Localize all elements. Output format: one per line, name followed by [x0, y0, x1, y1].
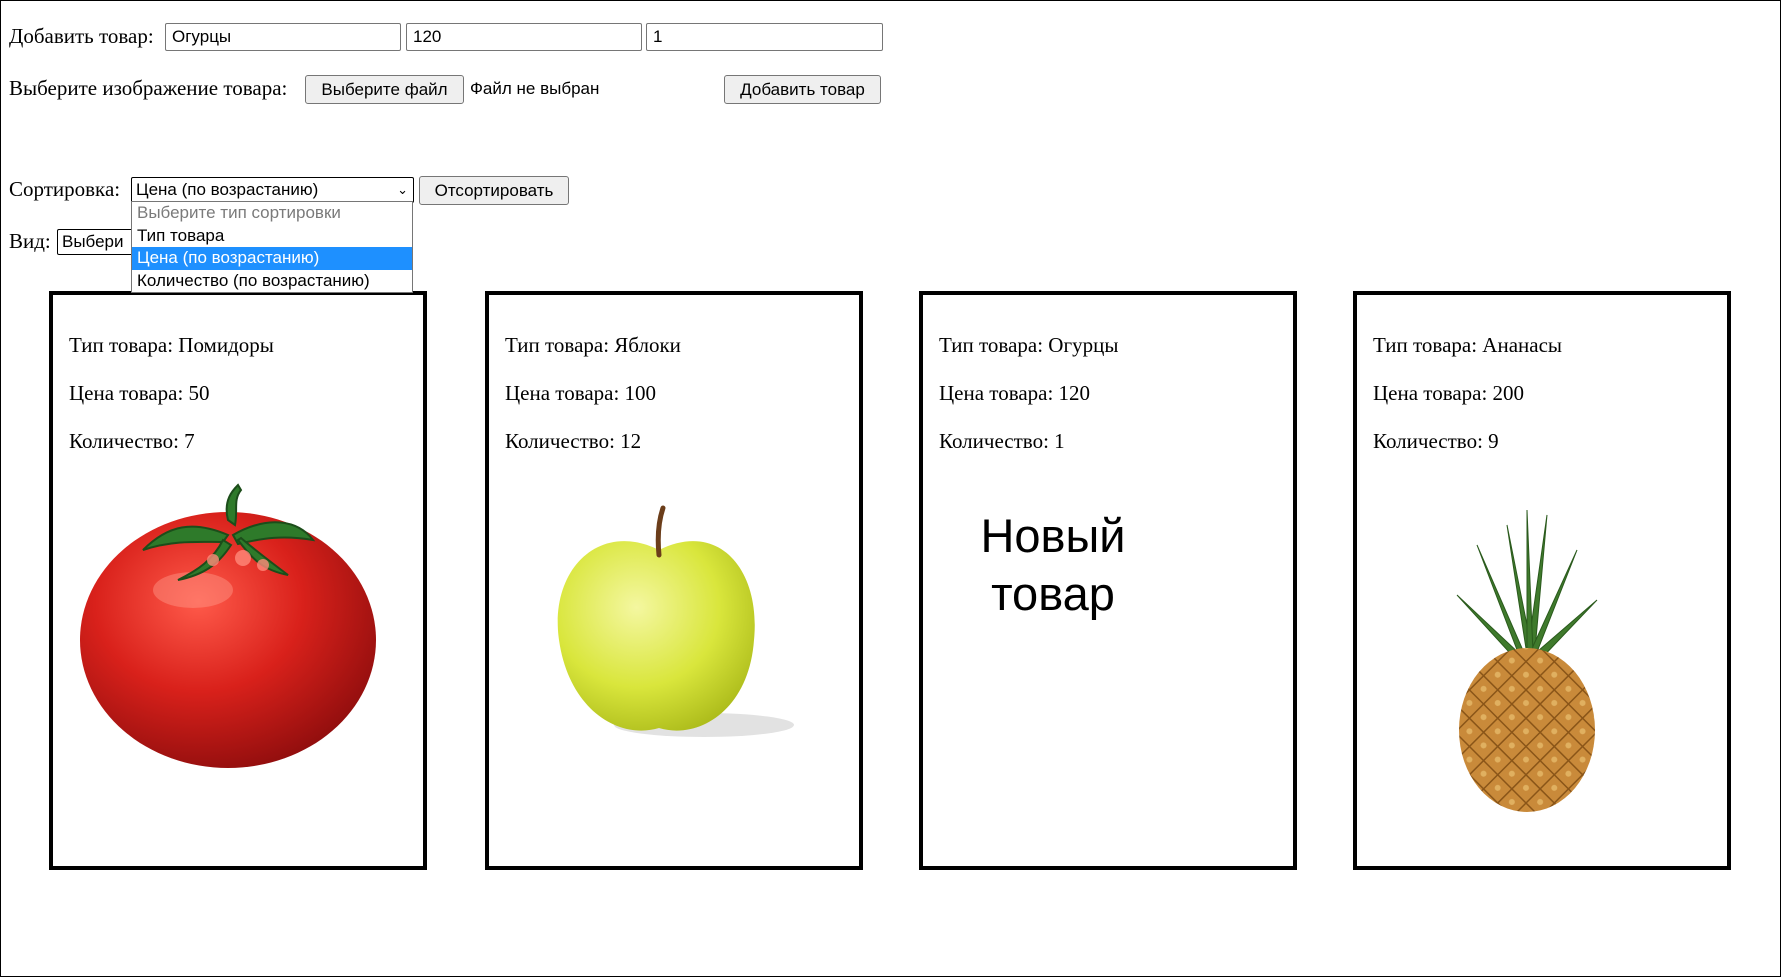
sort-label: Сортировка:	[9, 177, 121, 201]
product-quantity: Количество: 12	[505, 429, 642, 453]
view-label: Вид:	[9, 229, 51, 253]
product-price-input[interactable]: 120	[406, 23, 642, 51]
product-price: Цена товара: 50	[69, 381, 210, 405]
product-quantity-input[interactable]: 1	[646, 23, 883, 51]
product-type: Тип товара: Помидоры	[69, 333, 274, 357]
product-price: Цена товара: 200	[1373, 381, 1525, 405]
product-card: Тип товара: Ананасы Цена товара: 200 Кол…	[1353, 291, 1731, 870]
tomato-image	[80, 483, 376, 768]
product-type: Тип товара: Яблоки	[505, 333, 681, 357]
sort-option-price[interactable]: Цена (по возрастанию)	[132, 247, 412, 270]
sort-option-quantity[interactable]: Количество (по возрастанию)	[132, 270, 412, 293]
chevron-down-icon: ⌄	[397, 182, 408, 197]
product-card: Тип товара: Помидоры Цена товара: 50 Кол…	[49, 291, 427, 870]
file-status: Файл не выбран	[470, 79, 600, 98]
product-type: Тип товара: Огурцы	[939, 333, 1119, 357]
product-type: Тип товара: Ананасы	[1373, 333, 1563, 357]
product-price: Цена товара: 120	[939, 381, 1091, 405]
new-product-placeholder: Новый товар	[953, 507, 1153, 623]
add-product-label: Добавить товар:	[9, 24, 154, 48]
product-quantity: Количество: 9	[1373, 429, 1499, 453]
image-label: Выберите изображение товара:	[9, 76, 288, 100]
product-card: Тип товара: Яблоки Цена товара: 100 Коли…	[485, 291, 863, 870]
sort-select-value: Цена (по возрастанию)	[136, 180, 319, 199]
sort-dropdown[interactable]: Выберите тип сортировки Тип товара Цена …	[131, 201, 413, 293]
apple-image	[557, 505, 794, 737]
placeholder-line-1: Новый	[980, 509, 1126, 562]
choose-file-button[interactable]: Выберите файл	[305, 75, 464, 104]
pineapple-image	[1456, 509, 1598, 812]
sort-select[interactable]: Цена (по возрастанию) ⌄	[131, 177, 414, 203]
add-product-button[interactable]: Добавить товар	[724, 75, 881, 104]
product-name-input[interactable]: Огурцы	[165, 23, 401, 51]
product-quantity: Количество: 7	[69, 429, 195, 453]
sort-button[interactable]: Отсортировать	[419, 176, 569, 205]
product-price: Цена товара: 100	[505, 381, 657, 405]
view-select-value: Выбери	[62, 232, 124, 251]
sort-option-type[interactable]: Тип товара	[132, 225, 412, 248]
product-card: Тип товара: Огурцы Цена товара: 120 Коли…	[919, 291, 1297, 870]
sort-option-placeholder: Выберите тип сортировки	[137, 203, 341, 222]
placeholder-line-2: товар	[991, 567, 1115, 620]
product-quantity: Количество: 1	[939, 429, 1065, 453]
